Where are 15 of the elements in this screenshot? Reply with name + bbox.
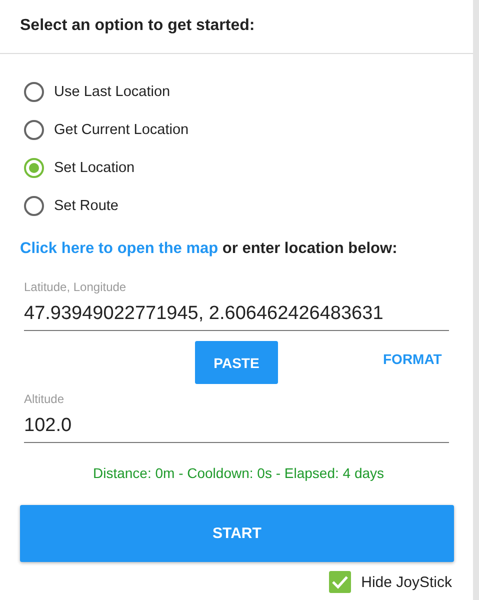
radio-button[interactable] (24, 82, 44, 102)
radio-label[interactable]: Use Last Location (54, 84, 170, 100)
map-prompt: Click here to open the map or enter location below: (20, 240, 398, 258)
checkbox-label[interactable]: Hide JoyStick (361, 574, 452, 590)
checkbox[interactable] (329, 571, 352, 593)
section-title: Select an option to get started: (20, 16, 255, 34)
status-text: Distance: 0m - Cooldown: 0s - Elapsed: 4 days (92, 465, 386, 481)
field-label: Latitude, Longitude (24, 280, 128, 294)
field-label: Altitude (24, 392, 66, 406)
radio-label[interactable]: Set Location (54, 160, 135, 176)
radio-label[interactable]: Get Current Location (54, 122, 189, 138)
radio-label[interactable]: Set Route (54, 198, 118, 214)
radio-button[interactable] (24, 158, 44, 178)
radio-button[interactable] (24, 120, 44, 140)
radio-button[interactable] (24, 196, 44, 216)
